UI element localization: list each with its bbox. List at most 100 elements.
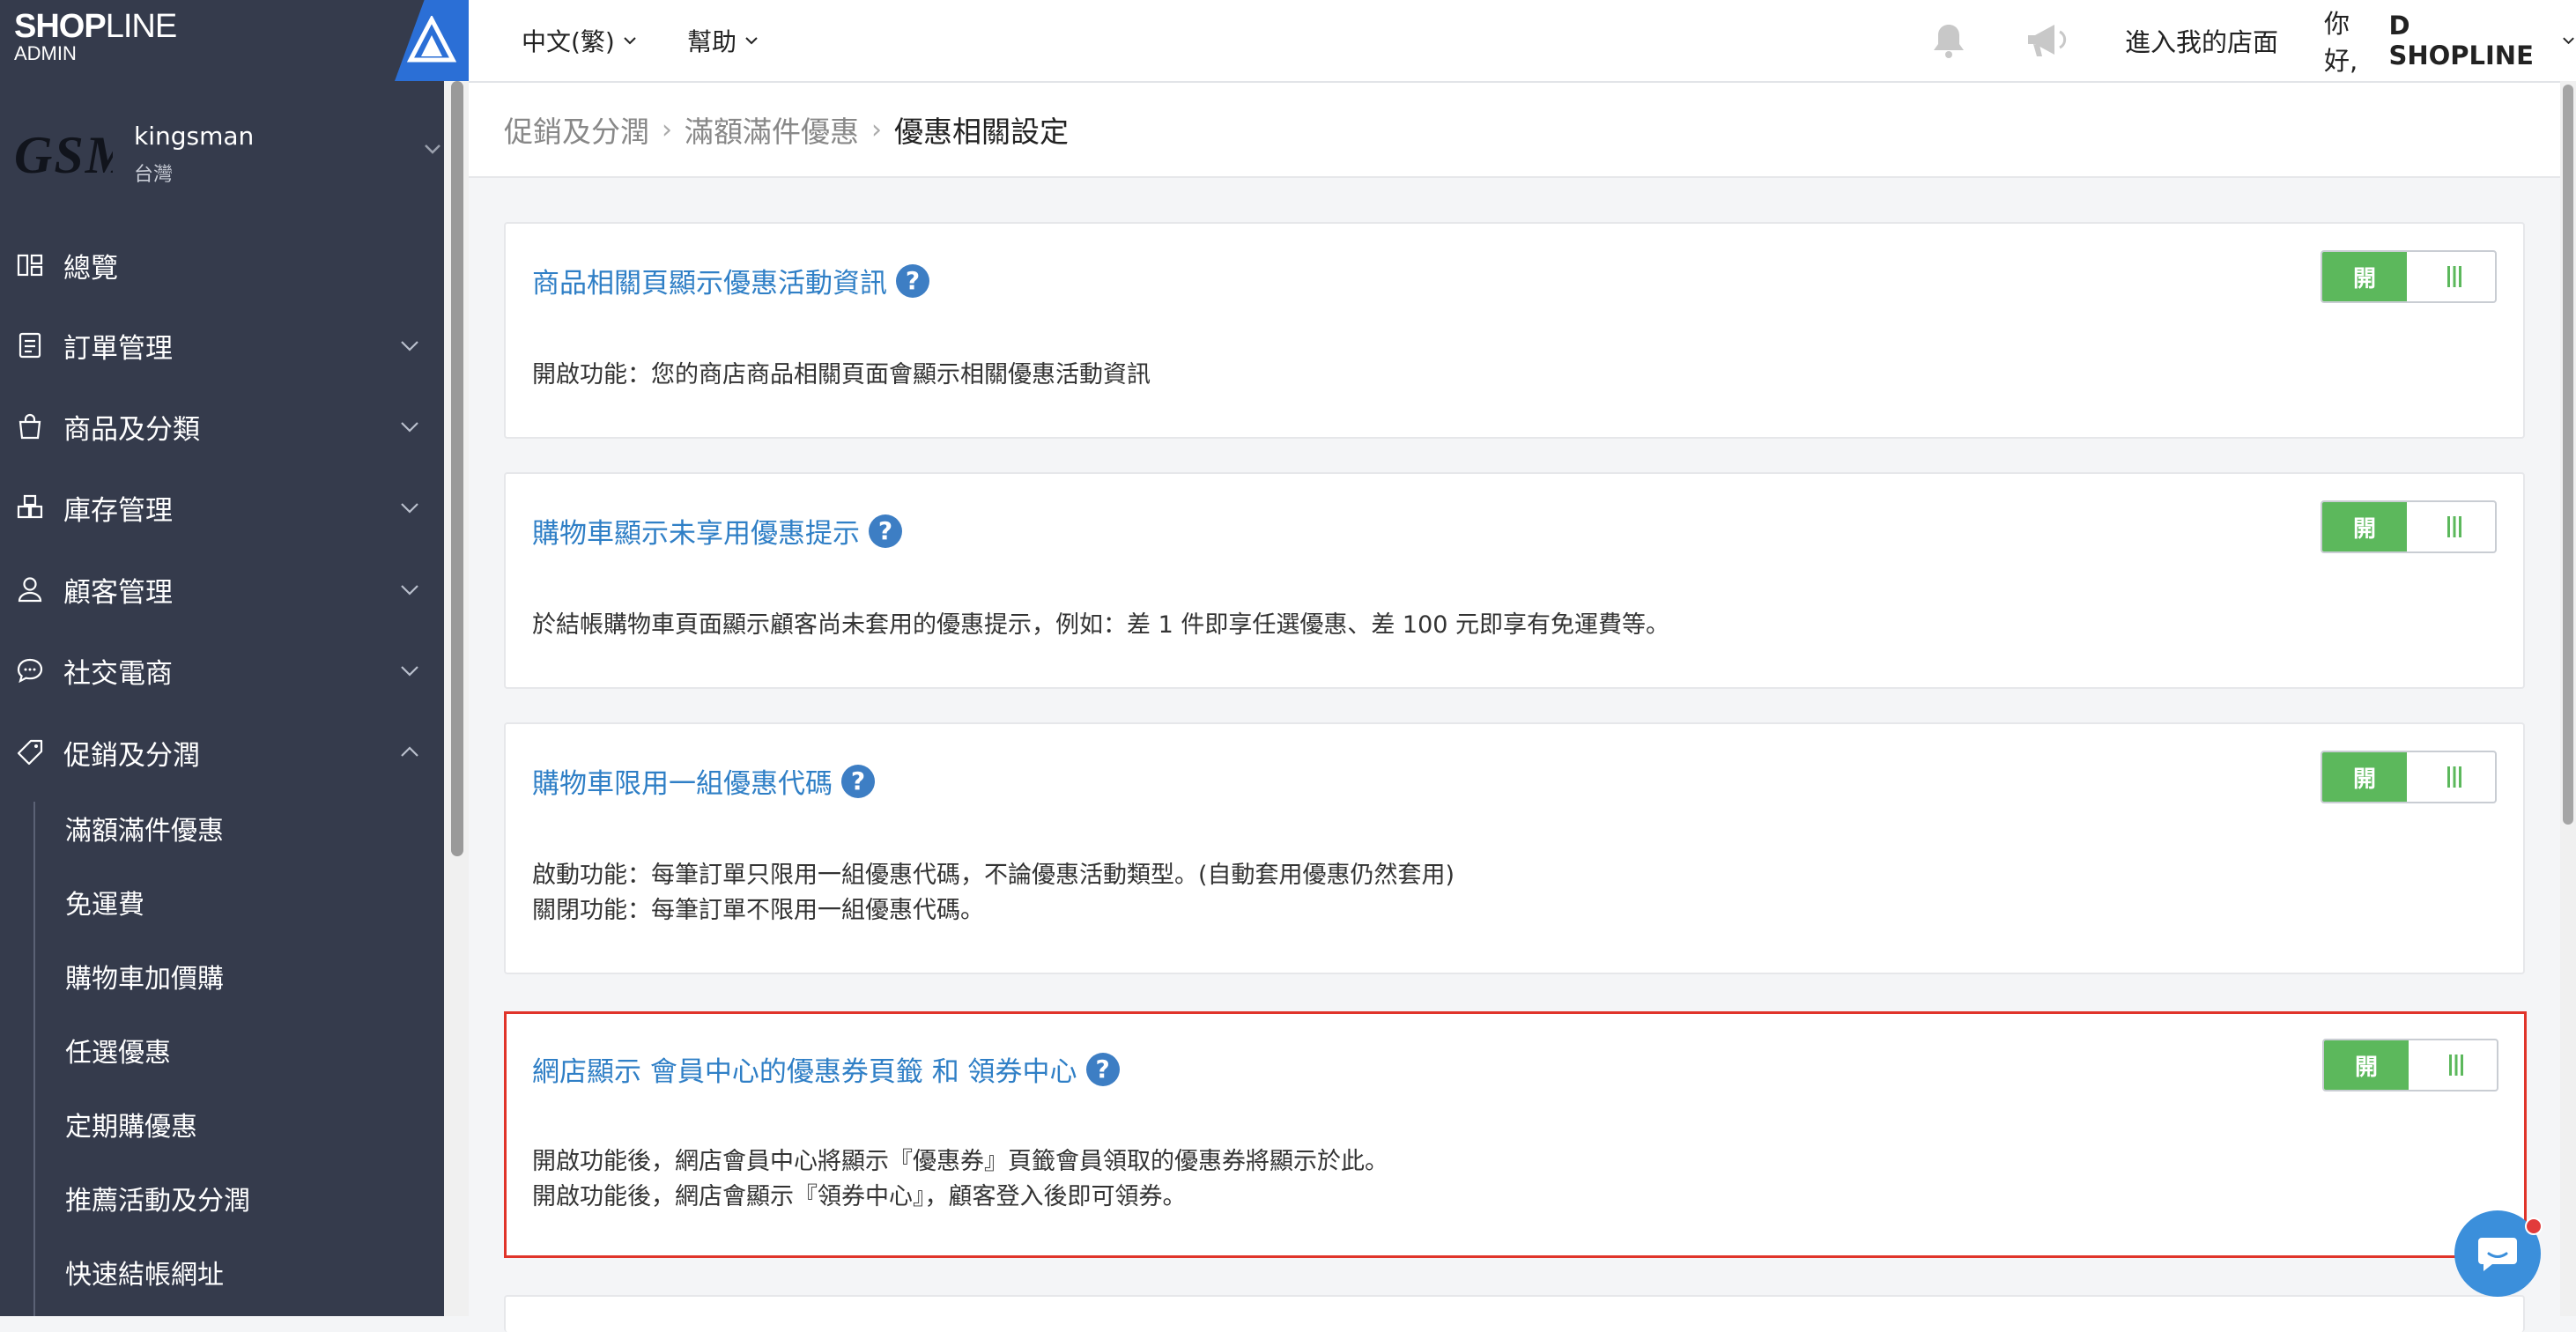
sidebar-item-label: 社交電商	[63, 657, 173, 690]
submenu-item-label: 滿額滿件優惠	[65, 816, 224, 847]
sidebar-item-customers[interactable]: 顧客管理	[0, 559, 444, 620]
order-icon	[19, 332, 41, 359]
submenu-item-bundle-discount[interactable]: 任選優惠	[65, 1024, 171, 1077]
toggle-grip-icon	[2447, 266, 2461, 287]
toggle-grip-icon	[2447, 766, 2461, 788]
chevron-down-icon	[425, 144, 440, 154]
help-dropdown[interactable]: 幫助	[687, 0, 759, 81]
store-region: 台灣	[134, 164, 174, 186]
setting-toggle[interactable]: 開	[2321, 250, 2497, 303]
toggle-on-label: 開	[2322, 252, 2407, 301]
enter-store-link[interactable]: 進入我的店面	[2125, 0, 2278, 81]
submenu-item-referral[interactable]: 推薦活動及分潤	[65, 1172, 250, 1225]
submenu-item-express-checkout-link[interactable]: 快速結帳網址	[65, 1246, 224, 1299]
setting-toggle[interactable]: 開	[2321, 500, 2497, 553]
setting-title: 網店顯示 會員中心的優惠券頁籤 和 領券中心 ?	[532, 1049, 1120, 1089]
setting-title-text: 商品相關頁顯示優惠活動資訊	[532, 268, 887, 300]
breadcrumb-item[interactable]: 促銷及分潤	[504, 108, 649, 151]
shopping-bag-icon	[19, 413, 41, 440]
chevron-down-icon	[401, 422, 418, 433]
toggle-grip-icon	[2449, 1054, 2463, 1076]
setting-title-text: 網店顯示 會員中心的優惠券頁籤 和 領券中心	[532, 1056, 1077, 1088]
setting-card: 購物車顯示未享用優惠提示 ? 開 於結帳購物車頁面顯示顧客尚未套用的優惠提示，例…	[504, 472, 2525, 689]
description-line: 於結帳購物車頁面顯示顧客尚未套用的優惠提示，例如：差 1 件即享任選優惠、差 1…	[532, 611, 1670, 639]
sidebar-item-products[interactable]: 商品及分類	[0, 396, 444, 457]
submenu-item-label: 快速結帳網址	[65, 1260, 224, 1291]
sidebar-item-orders[interactable]: 訂單管理	[0, 314, 444, 376]
help-label: 幫助	[687, 27, 737, 56]
setting-title-text: 購物車限用一組優惠代碼	[532, 768, 833, 800]
submenu-item-label: 購物車加價購	[65, 964, 224, 995]
description-line: 關閉功能：每筆訂單不限用一組優惠代碼。	[532, 897, 984, 924]
chat-icon	[2478, 1238, 2517, 1271]
setting-toggle[interactable]: 開	[2322, 1039, 2498, 1092]
chevron-down-icon	[2563, 37, 2574, 45]
setting-title-text: 購物車顯示未享用優惠提示	[532, 518, 860, 550]
submenu-item-label: 推薦活動及分潤	[65, 1186, 250, 1217]
logo-bold: SHOP	[14, 8, 107, 45]
submenu-item-free-shipping[interactable]: 免運費	[65, 876, 144, 929]
content-scrollbar-thumb[interactable]	[2563, 85, 2573, 825]
setting-title: 商品相關頁顯示優惠活動資訊 ?	[532, 261, 929, 300]
sidebar-item-label: 促銷及分潤	[63, 739, 200, 772]
setting-description: 啟動功能：每筆訂單只限用一組優惠代碼，不論優惠活動類型。(自動套用優惠仍然套用)…	[532, 858, 1455, 929]
dashboard-icon	[17, 254, 43, 277]
breadcrumb-current: 優惠相關設定	[894, 115, 1069, 149]
logo-thin: LINE	[105, 8, 177, 45]
brand-mark	[395, 0, 469, 81]
sidebar-item-label: 顧客管理	[63, 576, 173, 609]
sidebar-scrollbar-thumb[interactable]	[451, 81, 463, 856]
content-scrollbar[interactable]	[2560, 81, 2576, 1316]
chevron-down-icon	[745, 37, 758, 45]
inventory-icon	[17, 494, 43, 519]
setting-card: 購物車限用一組優惠代碼 ? 開 啟動功能：每筆訂單只限用一組優惠代碼，不論優惠活…	[504, 722, 2525, 974]
breadcrumb-item[interactable]: 滿額滿件優惠	[685, 108, 859, 151]
sidebar-item-overview[interactable]: 總覽	[0, 234, 444, 296]
sidebar-scrollbar[interactable]	[444, 81, 469, 1316]
megaphone-icon[interactable]	[2023, 19, 2070, 62]
help-icon[interactable]: ?	[869, 514, 902, 548]
submenu-item-threshold-discount[interactable]: 滿額滿件優惠	[65, 802, 224, 855]
submenu-item-addon-purchase[interactable]: 購物車加價購	[65, 950, 224, 1003]
toggle-on-label: 開	[2324, 1040, 2409, 1090]
sidebar-item-promotions[interactable]: 促銷及分潤	[0, 722, 444, 783]
bell-icon[interactable]	[1928, 19, 1970, 62]
help-icon[interactable]: ?	[896, 263, 929, 298]
user-menu[interactable]: 你好, D SHOPLINE	[2324, 0, 2576, 81]
brand-bar: SHOPLINE ADMIN	[0, 0, 469, 81]
store-switcher[interactable]: GSM kingsman 台灣	[0, 104, 444, 201]
chevron-down-icon	[401, 585, 418, 596]
shopline-mark-icon	[407, 16, 456, 63]
store-name: kingsman	[134, 122, 255, 151]
description-line: 開啟功能後，網店會顯示『領券中心』，顧客登入後即可領券。	[532, 1183, 1187, 1210]
chevron-down-icon	[401, 503, 418, 514]
breadcrumb: 促銷及分潤 › 滿額滿件優惠 › 優惠相關設定	[469, 83, 2560, 178]
setting-card-highlighted: 網店顯示 會員中心的優惠券頁籤 和 領券中心 ? 開 開啟功能後，網店會員中心將…	[504, 1011, 2527, 1258]
tag-icon	[17, 739, 43, 766]
logo-sub: ADMIN	[14, 42, 77, 64]
sidebar-item-social-commerce[interactable]: 社交電商	[0, 640, 444, 701]
help-icon[interactable]: ?	[841, 764, 875, 798]
chevron-down-icon	[401, 341, 418, 352]
setting-toggle[interactable]: 開	[2321, 751, 2497, 803]
description-line: 啟動功能：每筆訂單只限用一組優惠代碼，不論優惠活動類型。(自動套用優惠仍然套用)	[532, 862, 1455, 889]
top-bar: 中文(繁) 幫助 進入我的店面 你好, D SHOPLINE	[469, 0, 2576, 83]
submenu-item-label: 免運費	[65, 890, 144, 921]
setting-description: 開啟功能後，網店會員中心將顯示『優惠券』頁籤會員領取的優惠券將顯示於此。 開啟功…	[532, 1144, 1388, 1215]
sidebar-item-label: 商品及分類	[63, 413, 200, 446]
setting-card	[504, 1295, 2525, 1332]
greeting-prefix: 你好,	[2324, 9, 2358, 76]
chevron-down-icon	[624, 37, 636, 45]
sidebar-item-label: 總覽	[63, 252, 118, 285]
sidebar-item-label: 庫存管理	[63, 494, 173, 527]
submenu-item-label: 任選優惠	[65, 1038, 171, 1069]
sidebar-item-inventory[interactable]: 庫存管理	[0, 477, 444, 538]
breadcrumb-separator-icon: ›	[662, 114, 672, 145]
brand-logo[interactable]: SHOPLINE ADMIN	[14, 8, 177, 64]
help-icon[interactable]: ?	[1085, 1052, 1120, 1086]
store-avatar: GSM	[14, 129, 113, 181]
language-dropdown[interactable]: 中文(繁)	[522, 0, 638, 81]
chevron-up-icon	[401, 746, 418, 757]
language-label: 中文(繁)	[522, 27, 615, 56]
submenu-item-subscription-discount[interactable]: 定期購優惠	[65, 1098, 197, 1151]
